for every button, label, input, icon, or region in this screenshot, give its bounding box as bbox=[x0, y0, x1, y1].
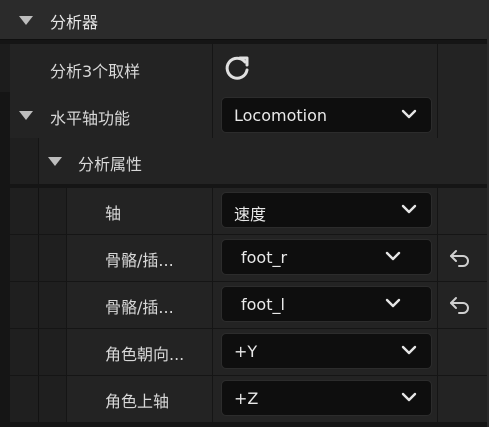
chevron-down-icon bbox=[385, 251, 401, 261]
extra-cell bbox=[438, 92, 487, 138]
bone-l-dropdown[interactable]: foot_l bbox=[221, 286, 432, 322]
section-title: 分析器 bbox=[50, 13, 99, 32]
horizontal-axis-dropdown[interactable]: Locomotion bbox=[221, 97, 432, 133]
row-bone-r: 骨骼/插... foot_r bbox=[0, 235, 489, 281]
dropdown-value: +Z bbox=[234, 389, 259, 408]
chevron-down-icon bbox=[385, 298, 401, 308]
char-up-dropdown[interactable]: +Z bbox=[221, 380, 432, 416]
row-axis: 轴 速度 bbox=[0, 188, 489, 234]
dropdown-value: +Y bbox=[234, 342, 258, 361]
extra-cell bbox=[438, 376, 487, 422]
divider bbox=[38, 282, 39, 328]
row-analyze-samples: 分析3个取样 bbox=[0, 44, 489, 92]
collapse-triangle-icon[interactable] bbox=[19, 16, 33, 25]
char-facing-dropdown[interactable]: +Y bbox=[221, 333, 432, 369]
reset-arrow-icon[interactable] bbox=[448, 295, 472, 315]
horizontal-axis-label: 水平轴功能 bbox=[50, 109, 131, 128]
reset-arrow-icon[interactable] bbox=[448, 248, 472, 268]
analyze-samples-label: 分析3个取样 bbox=[50, 62, 141, 81]
chevron-down-icon bbox=[401, 109, 417, 119]
bone-l-label: 骨骼/插... bbox=[105, 298, 174, 317]
dropdown-value: foot_l bbox=[241, 295, 285, 314]
char-up-label: 角色上轴 bbox=[105, 392, 170, 411]
row-char-up: 角色上轴 +Z bbox=[0, 376, 489, 422]
char-facing-label: 角色朝向... bbox=[105, 345, 185, 364]
row-bone-l: 骨骼/插... foot_l bbox=[0, 282, 489, 328]
divider bbox=[38, 235, 39, 281]
refresh-icon[interactable] bbox=[222, 55, 252, 83]
dropdown-value: Locomotion bbox=[234, 106, 328, 125]
section-header[interactable]: 分析器 bbox=[0, 0, 489, 40]
dropdown-value: foot_r bbox=[241, 248, 288, 267]
extra-cell bbox=[438, 188, 487, 234]
bone-r-label: 骨骼/插... bbox=[105, 251, 174, 270]
label-cell bbox=[67, 188, 212, 234]
indent-gutter bbox=[0, 44, 10, 92]
divider bbox=[38, 376, 39, 422]
bone-r-dropdown[interactable]: foot_r bbox=[221, 239, 432, 275]
axis-label: 轴 bbox=[105, 204, 122, 223]
row-horizontal-axis: 水平轴功能 Locomotion bbox=[0, 92, 489, 138]
collapse-triangle-icon[interactable] bbox=[19, 111, 33, 120]
extra-cell bbox=[438, 44, 487, 92]
indent-gutter bbox=[10, 138, 38, 184]
dropdown-value: 速度 bbox=[234, 205, 267, 224]
divider bbox=[38, 329, 39, 375]
chevron-down-icon bbox=[401, 392, 417, 402]
chevron-down-icon bbox=[401, 345, 417, 355]
analysis-props-label: 分析属性 bbox=[78, 155, 143, 174]
row-char-facing: 角色朝向... +Y bbox=[0, 329, 489, 375]
divider bbox=[38, 188, 39, 234]
row-analysis-props[interactable]: 分析属性 bbox=[0, 138, 489, 184]
collapse-triangle-icon[interactable] bbox=[48, 157, 62, 166]
axis-dropdown[interactable]: 速度 bbox=[221, 192, 432, 228]
analyzer-panel: 分析器 分析3个取样 水平轴功能 Locomotion 分析属性 轴 速度 骨骼… bbox=[0, 0, 489, 427]
extra-cell bbox=[438, 329, 487, 375]
chevron-down-icon bbox=[401, 204, 417, 214]
